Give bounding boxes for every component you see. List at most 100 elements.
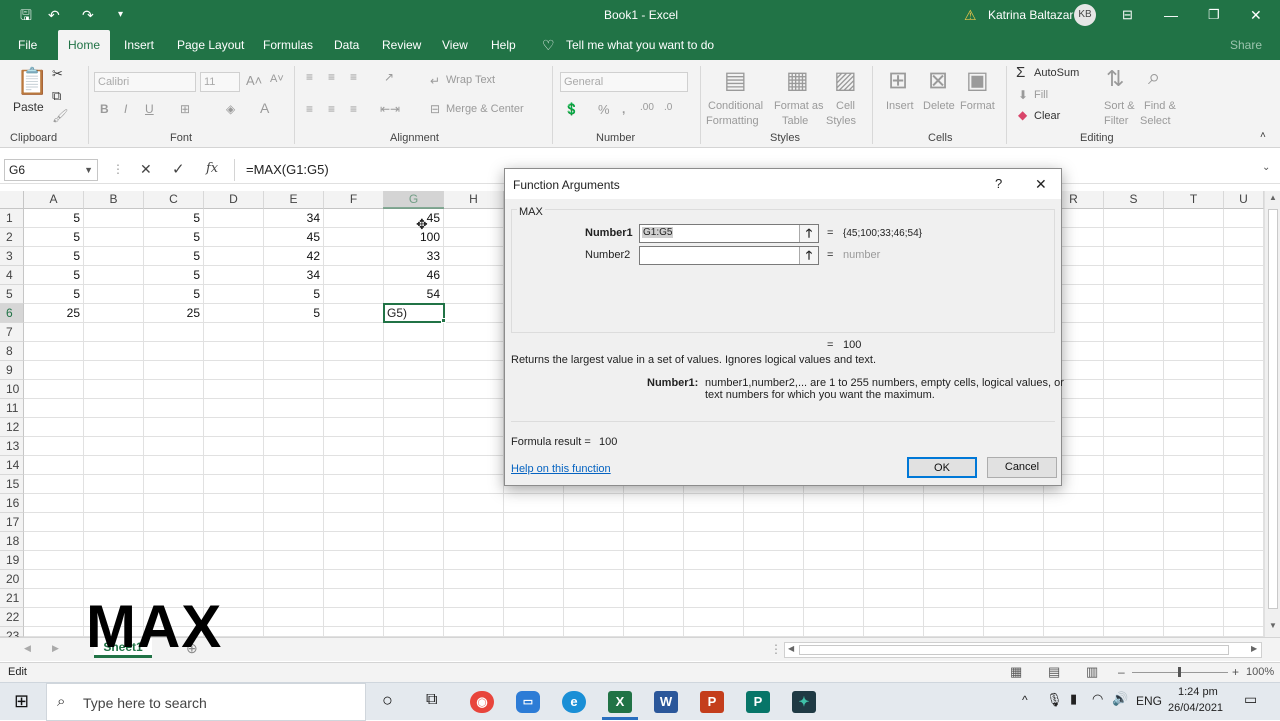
cell-e2[interactable]: 45	[264, 228, 324, 247]
cell-g2[interactable]: 100	[384, 228, 444, 247]
cell-i18[interactable]	[504, 532, 564, 551]
borders-icon[interactable]: ⊞	[180, 102, 190, 116]
autosum-button[interactable]: AutoSum	[1034, 67, 1079, 79]
row-header-14[interactable]: 14	[0, 456, 24, 475]
cell-a6[interactable]: 25	[24, 304, 84, 323]
cell-c20[interactable]	[144, 570, 204, 589]
underline-icon[interactable]: U	[145, 102, 154, 116]
cell-c15[interactable]	[144, 475, 204, 494]
cell-e1[interactable]: 34	[264, 209, 324, 228]
cell-c1[interactable]: 5	[144, 209, 204, 228]
paste-button[interactable]: Paste	[13, 100, 44, 114]
cell-j19[interactable]	[564, 551, 624, 570]
cell-n18[interactable]	[804, 532, 864, 551]
cell-s10[interactable]	[1104, 380, 1164, 399]
insert-cells-button[interactable]: Insert	[886, 100, 914, 112]
bold-icon[interactable]: B	[100, 102, 109, 116]
cell-r22[interactable]	[1044, 608, 1104, 627]
cell-h21[interactable]	[444, 589, 504, 608]
cell-a2[interactable]: 5	[24, 228, 84, 247]
notifications-icon[interactable]: ▭	[1244, 691, 1257, 708]
delete-cells-button[interactable]: Delete	[923, 100, 955, 112]
cell-h15[interactable]	[444, 475, 504, 494]
cell-f10[interactable]	[324, 380, 384, 399]
dialog-help-icon[interactable]: ?	[995, 176, 1002, 191]
cell-u23[interactable]	[1224, 627, 1264, 637]
wifi-icon[interactable]: ◠	[1092, 691, 1103, 707]
cell-a13[interactable]	[24, 437, 84, 456]
cell-b20[interactable]	[84, 570, 144, 589]
cell-u21[interactable]	[1224, 589, 1264, 608]
cell-h17[interactable]	[444, 513, 504, 532]
cell-m22[interactable]	[744, 608, 804, 627]
cell-i21[interactable]	[504, 589, 564, 608]
cell-f23[interactable]	[324, 627, 384, 637]
cell-e16[interactable]	[264, 494, 324, 513]
tab-data[interactable]: Data	[326, 30, 367, 60]
column-header-f[interactable]: F	[324, 191, 384, 209]
cell-l20[interactable]	[684, 570, 744, 589]
row-header-9[interactable]: 9	[0, 361, 24, 380]
cell-o16[interactable]	[864, 494, 924, 513]
cell-a16[interactable]	[24, 494, 84, 513]
cell-a17[interactable]	[24, 513, 84, 532]
cell-u20[interactable]	[1224, 570, 1264, 589]
cell-t20[interactable]	[1164, 570, 1224, 589]
cell-l18[interactable]	[684, 532, 744, 551]
arg1-collapse-icon[interactable]: 🡑	[799, 225, 818, 242]
row-header-3[interactable]: 3	[0, 247, 24, 266]
cell-g21[interactable]	[384, 589, 444, 608]
cell-q19[interactable]	[984, 551, 1044, 570]
cell-a15[interactable]	[24, 475, 84, 494]
column-header-h[interactable]: H	[444, 191, 504, 209]
cell-b3[interactable]	[84, 247, 144, 266]
cell-c5[interactable]: 5	[144, 285, 204, 304]
powerpoint-icon[interactable]: P	[700, 691, 724, 713]
cell-t14[interactable]	[1164, 456, 1224, 475]
cell-l23[interactable]	[684, 627, 744, 637]
cell-d7[interactable]	[204, 323, 264, 342]
cell-h8[interactable]	[444, 342, 504, 361]
tab-view[interactable]: View	[434, 30, 476, 60]
cell-h23[interactable]	[444, 627, 504, 637]
find-select-label-1[interactable]: Find &	[1144, 100, 1176, 112]
scroll-down-icon[interactable]: ▼	[1269, 621, 1277, 630]
volume-icon[interactable]: 🔊	[1112, 691, 1128, 707]
cell-s6[interactable]	[1104, 304, 1164, 323]
font-name-combo[interactable]: Calibri	[94, 72, 196, 92]
cell-d8[interactable]	[204, 342, 264, 361]
cell-k23[interactable]	[624, 627, 684, 637]
cell-c12[interactable]	[144, 418, 204, 437]
task-view-icon[interactable]: ⧉	[426, 691, 437, 709]
cell-p21[interactable]	[924, 589, 984, 608]
cell-u9[interactable]	[1224, 361, 1264, 380]
row-header-8[interactable]: 8	[0, 342, 24, 361]
shrink-font-icon[interactable]: A˅	[270, 73, 284, 85]
cell-b6[interactable]	[84, 304, 144, 323]
language-indicator[interactable]: ENG	[1136, 694, 1162, 708]
arg2-input[interactable]	[639, 246, 819, 265]
cell-n22[interactable]	[804, 608, 864, 627]
currency-icon[interactable]: 💲	[564, 102, 579, 116]
cell-j22[interactable]	[564, 608, 624, 627]
cell-h18[interactable]	[444, 532, 504, 551]
cell-t18[interactable]	[1164, 532, 1224, 551]
format-as-table-label-2[interactable]: Table	[782, 115, 808, 127]
row-header-20[interactable]: 20	[0, 570, 24, 589]
prev-sheet-icon[interactable]: ◀	[24, 643, 31, 654]
cancel-entry-icon[interactable]: ✕	[140, 161, 152, 178]
cell-h1[interactable]	[444, 209, 504, 228]
cell-i16[interactable]	[504, 494, 564, 513]
cell-d11[interactable]	[204, 399, 264, 418]
cell-c4[interactable]: 5	[144, 266, 204, 285]
cell-s23[interactable]	[1104, 627, 1164, 637]
tab-split-icon[interactable]: ⋮	[770, 642, 782, 656]
cell-d15[interactable]	[204, 475, 264, 494]
cell-f17[interactable]	[324, 513, 384, 532]
cell-d13[interactable]	[204, 437, 264, 456]
row-header-17[interactable]: 17	[0, 513, 24, 532]
cell-k19[interactable]	[624, 551, 684, 570]
cell-b18[interactable]	[84, 532, 144, 551]
cell-c16[interactable]	[144, 494, 204, 513]
cell-f6[interactable]	[324, 304, 384, 323]
